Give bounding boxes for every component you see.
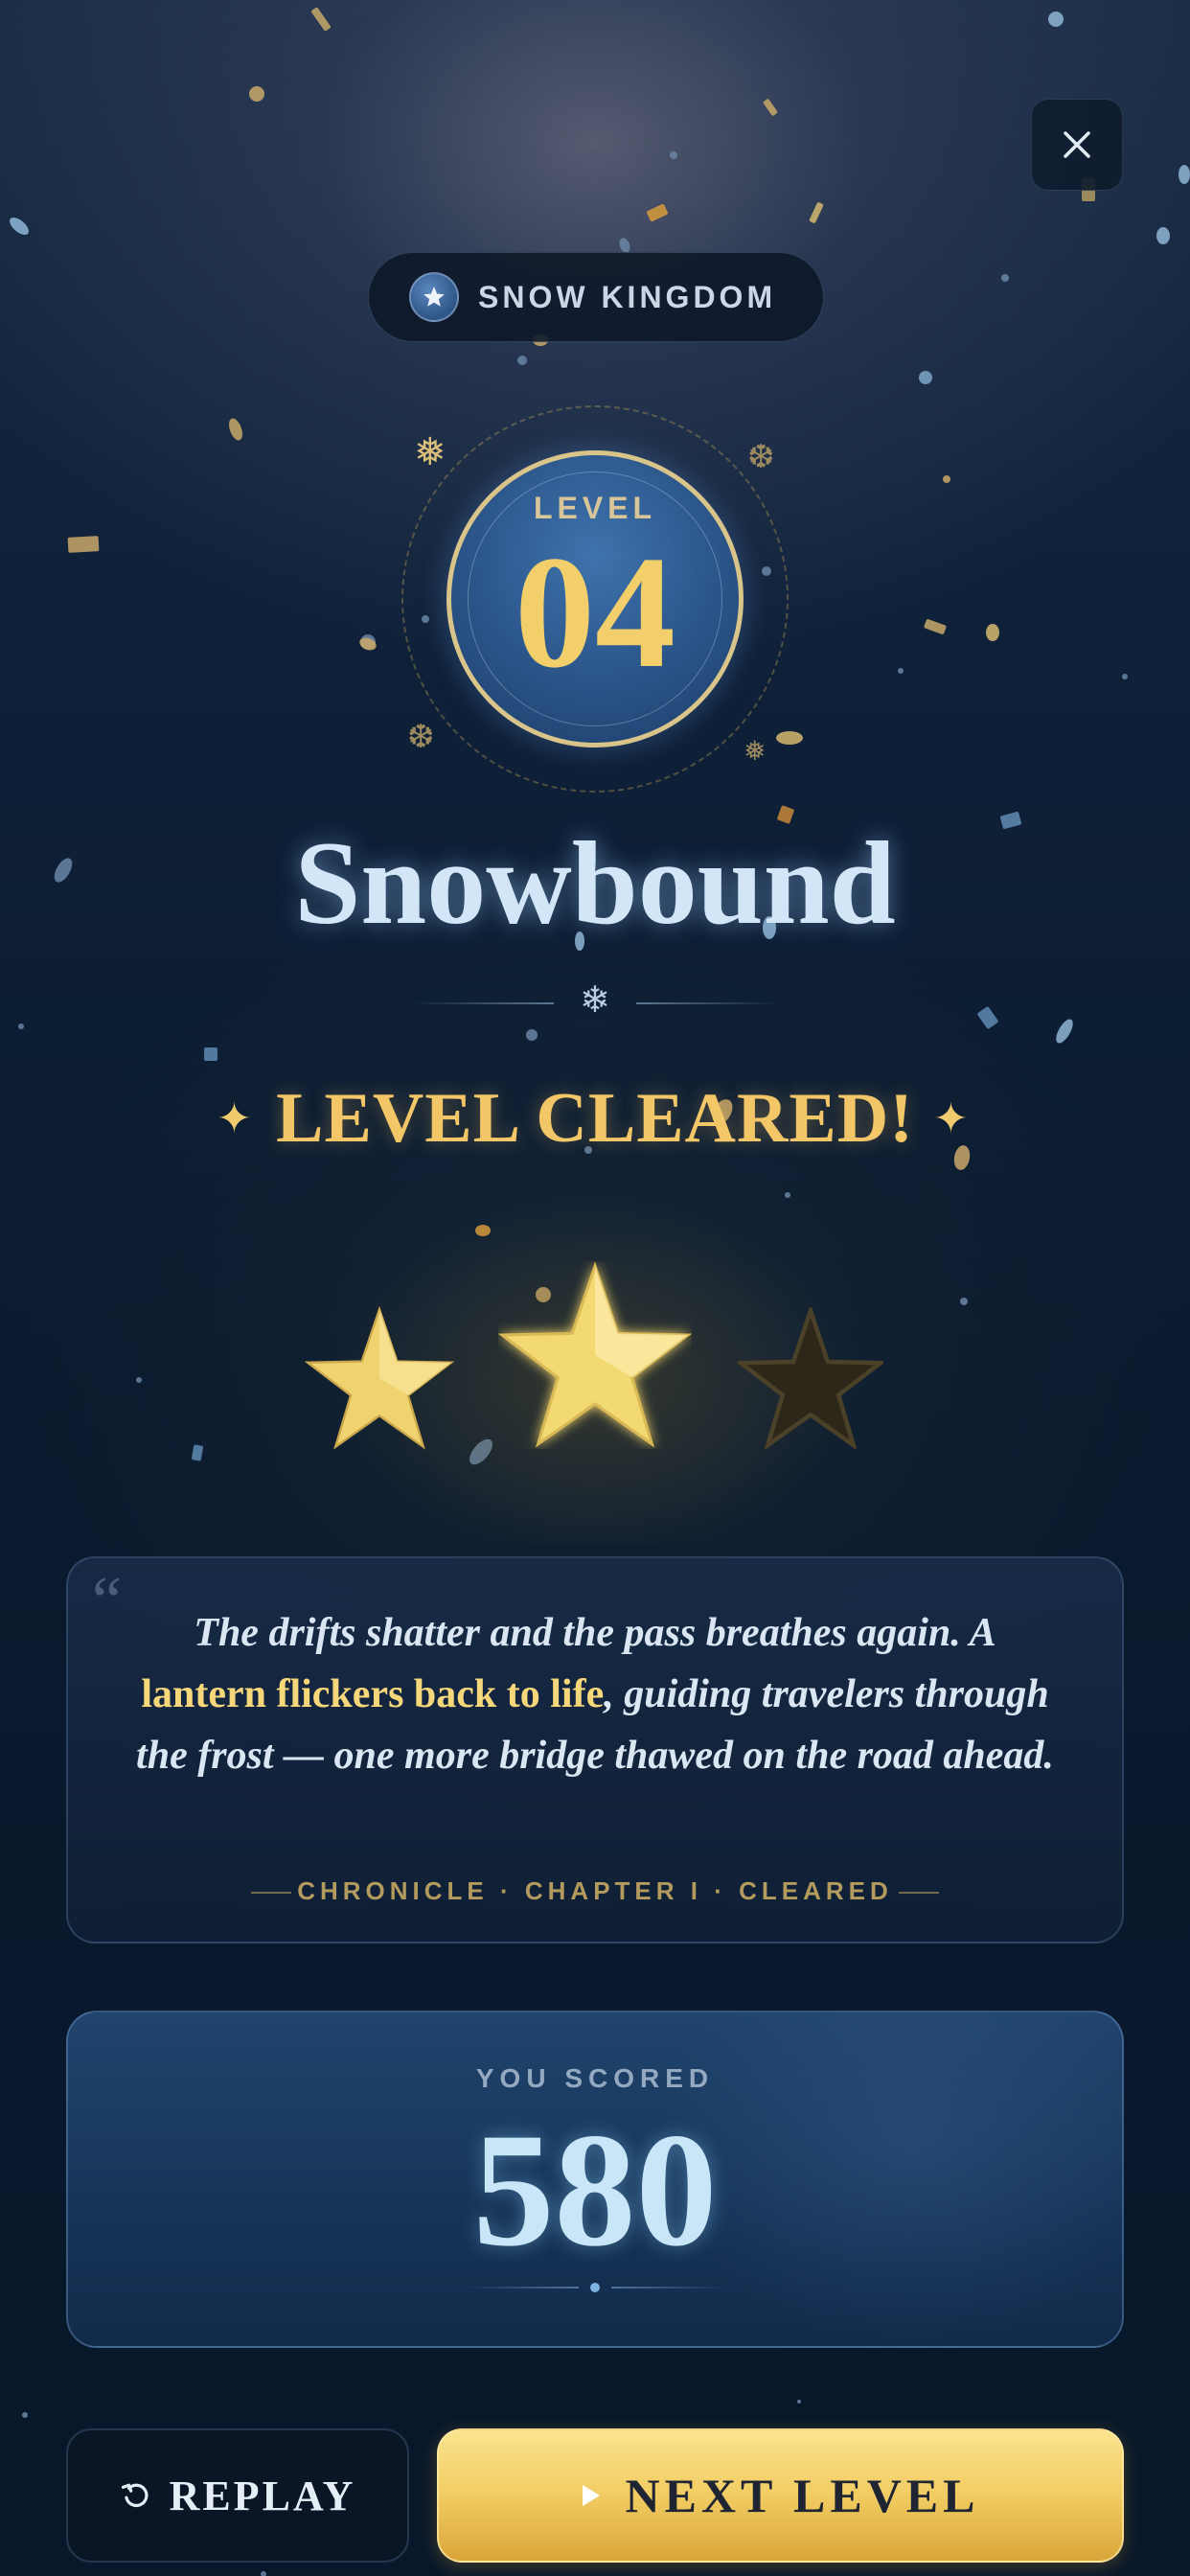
snowflake-icon: ❅ xyxy=(414,430,446,474)
confetti-piece xyxy=(229,418,242,441)
star-filled-2 xyxy=(498,1261,692,1448)
snowflake-icon: ❆ xyxy=(747,438,775,476)
confetti-piece xyxy=(1122,674,1128,679)
confetti-piece xyxy=(526,1029,538,1041)
confetti-piece xyxy=(359,637,377,651)
confetti-piece xyxy=(136,1377,142,1383)
chronicle-line-right xyxy=(899,1892,939,1894)
confetti-piece xyxy=(943,475,950,483)
world-name: SNOW KINGDOM xyxy=(478,279,777,314)
confetti-piece xyxy=(360,634,376,650)
confetti-piece xyxy=(986,624,999,641)
replay-button[interactable]: REPLAY xyxy=(66,2428,409,2563)
next-level-button[interactable]: NEXT LEVEL xyxy=(437,2428,1124,2563)
score-divider-left xyxy=(466,2287,579,2288)
divider-line-left xyxy=(412,1002,554,1004)
confetti-piece xyxy=(919,371,932,384)
star-empty-3 xyxy=(738,1307,883,1449)
confetti-piece xyxy=(10,218,29,235)
level-title: Snowbound xyxy=(294,817,896,949)
divider-line-right xyxy=(636,1002,778,1004)
confetti-piece xyxy=(797,2400,801,2404)
world-badge: SNOW KINGDOM xyxy=(368,252,824,342)
confetti-piece xyxy=(261,2571,266,2576)
quote-mark-icon: “ xyxy=(92,1564,123,1638)
star-icon xyxy=(409,272,459,322)
confetti-piece xyxy=(311,7,331,32)
level-cleared-headline: LEVEL CLEARED! xyxy=(276,1079,914,1158)
score-label: YOU SCORED xyxy=(475,2063,715,2093)
close-button[interactable] xyxy=(1031,99,1123,191)
sparkle-icon: ✦ xyxy=(933,1094,969,1143)
confetti-piece xyxy=(249,86,264,102)
confetti-piece xyxy=(763,99,778,116)
confetti-piece xyxy=(977,1006,998,1029)
confetti-piece xyxy=(960,1298,968,1305)
confetti-piece xyxy=(1156,227,1170,244)
score-divider-dot xyxy=(590,2283,600,2292)
score-value: 580 xyxy=(472,2100,718,2280)
story-text-start: The drifts shatter and the pass breathes… xyxy=(194,1611,996,1655)
replay-label: REPLAY xyxy=(169,2472,356,2519)
snowflake-icon: ❄ xyxy=(580,978,610,1021)
confetti-piece xyxy=(776,731,803,745)
confetti-piece xyxy=(809,202,824,223)
play-icon xyxy=(583,2485,601,2506)
level-number: 04 xyxy=(515,523,675,702)
confetti-piece xyxy=(22,2412,28,2418)
score-divider-right xyxy=(611,2287,724,2288)
confetti-piece xyxy=(898,668,904,674)
confetti-piece xyxy=(924,619,947,634)
confetti-piece xyxy=(1056,1019,1073,1044)
confetti-piece xyxy=(192,1444,203,1461)
snowflake-icon: ❅ xyxy=(744,735,767,767)
confetti-piece xyxy=(1179,165,1190,184)
replay-icon xyxy=(121,2483,149,2508)
confetti-piece xyxy=(647,203,668,222)
snowflake-icon: ❆ xyxy=(407,718,435,756)
confetti-piece xyxy=(517,356,527,365)
star-filled-1 xyxy=(305,1305,454,1450)
close-icon xyxy=(1064,131,1090,158)
confetti-piece xyxy=(1048,12,1064,27)
next-level-label: NEXT LEVEL xyxy=(625,2469,980,2522)
confetti-piece xyxy=(18,1024,24,1029)
level-label: LEVEL xyxy=(533,491,657,525)
confetti-piece xyxy=(670,151,677,159)
chronicle-caption: CHRONICLE · CHAPTER I · CLEARED xyxy=(297,1876,893,1905)
story-highlight: lantern flickers back to life xyxy=(141,1672,605,1716)
story-text: The drifts shatter and the pass breathes… xyxy=(134,1602,1056,1786)
confetti-piece xyxy=(204,1047,217,1061)
confetti-piece xyxy=(1001,274,1009,282)
confetti-piece xyxy=(67,536,100,553)
